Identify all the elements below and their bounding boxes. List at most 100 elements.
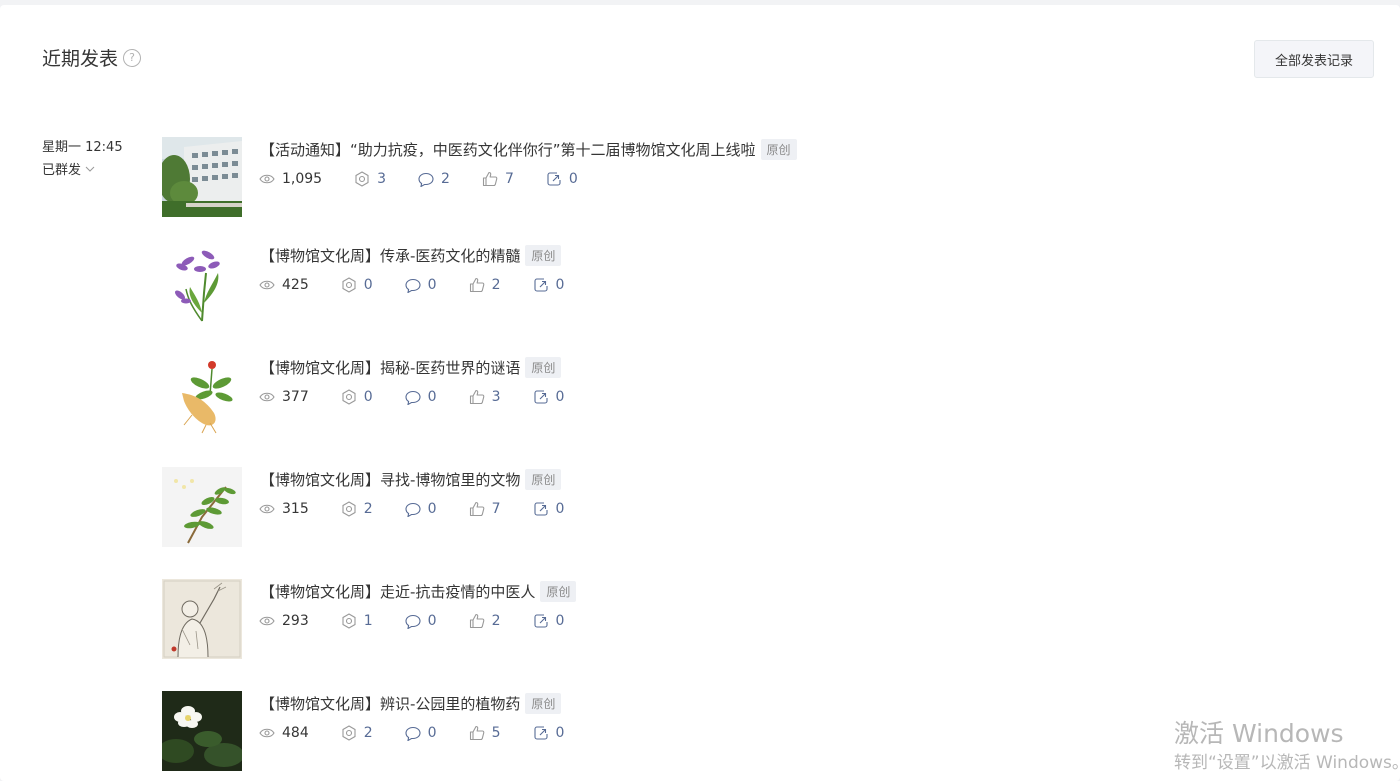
share-icon bbox=[342, 277, 356, 293]
read-count: 1,095 bbox=[259, 171, 322, 187]
comment-count-value: 0 bbox=[427, 277, 437, 293]
comment-icon bbox=[405, 726, 421, 741]
article-thumbnail[interactable] bbox=[162, 243, 242, 323]
read-count-value: 1,095 bbox=[282, 171, 323, 187]
forward-count-value: 0 bbox=[555, 613, 565, 629]
article-item[interactable]: 【博物馆文化周】辨识-公园里的植物药 原创 484 2 0 5 0 bbox=[162, 691, 862, 771]
like-count: 2 bbox=[469, 277, 501, 293]
article-item[interactable]: 【博物馆文化周】揭秘-医药世界的谜语 原创 377 0 0 3 0 bbox=[162, 355, 862, 435]
like-count-value: 3 bbox=[491, 389, 501, 405]
forward-count-value: 0 bbox=[555, 389, 565, 405]
read-count: 293 bbox=[259, 613, 309, 629]
article-title[interactable]: 【博物馆文化周】辨识-公园里的植物药 原创 bbox=[260, 693, 562, 714]
article-title[interactable]: 【活动通知】“助力抗疫，中医药文化伴你行”第十二届博物馆文化周上线啦 原创 bbox=[260, 139, 797, 160]
share-count: 0 bbox=[341, 389, 373, 405]
ginseng-illustration-image bbox=[162, 355, 242, 435]
article-title-text: 【博物馆文化周】揭秘-医药世界的谜语 bbox=[260, 359, 521, 377]
share-icon bbox=[355, 171, 369, 187]
article-item[interactable]: 【活动通知】“助力抗疫，中医药文化伴你行”第十二届博物馆文化周上线啦 原创 1,… bbox=[162, 137, 862, 217]
comment-count[interactable]: 0 bbox=[405, 613, 437, 629]
original-tag: 原创 bbox=[525, 245, 562, 266]
share-count: 2 bbox=[341, 501, 373, 517]
publish-status-dropdown[interactable]: 已群发 bbox=[42, 159, 95, 178]
comment-count-value: 2 bbox=[441, 171, 450, 187]
purple-flower-illustration-image bbox=[162, 243, 242, 323]
article-item[interactable]: 【博物馆文化周】走近-抗击疫情的中医人 原创 293 1 0 2 0 bbox=[162, 579, 862, 659]
article-item[interactable]: 【博物馆文化周】寻找-博物馆里的文物 原创 315 2 0 7 0 bbox=[162, 467, 862, 547]
like-count: 7 bbox=[469, 501, 501, 517]
share-count: 0 bbox=[341, 277, 373, 293]
forward-count-value: 0 bbox=[555, 725, 565, 741]
original-tag: 原创 bbox=[525, 469, 562, 490]
read-count-value: 377 bbox=[282, 389, 309, 405]
comment-count-value: 0 bbox=[427, 725, 437, 741]
section-title-text: 近期发表 bbox=[42, 48, 119, 70]
comment-icon bbox=[405, 390, 421, 405]
article-thumbnail[interactable] bbox=[162, 355, 242, 435]
forward-count: 0 bbox=[546, 171, 578, 187]
comment-count[interactable]: 0 bbox=[405, 277, 437, 293]
comment-count-value: 0 bbox=[427, 501, 437, 517]
chevron-down-icon bbox=[85, 166, 95, 172]
share-icon bbox=[342, 613, 356, 629]
forward-count: 0 bbox=[533, 389, 565, 405]
windows-activation-watermark: 激活 Windows bbox=[1174, 719, 1344, 748]
read-count: 425 bbox=[259, 277, 309, 293]
original-tag: 原创 bbox=[540, 581, 577, 602]
article-thumbnail[interactable] bbox=[162, 579, 242, 659]
eye-icon bbox=[259, 616, 275, 626]
like-count: 7 bbox=[482, 171, 514, 187]
article-item[interactable]: 【博物馆文化周】传承-医药文化的精髓 原创 425 0 0 2 0 bbox=[162, 243, 862, 323]
share-count-value: 3 bbox=[377, 171, 387, 187]
article-title[interactable]: 【博物馆文化周】走近-抗击疫情的中医人 原创 bbox=[260, 581, 577, 602]
article-title[interactable]: 【博物馆文化周】传承-医药文化的精髓 原创 bbox=[260, 245, 562, 266]
like-count-value: 2 bbox=[491, 613, 501, 629]
white-flower-photo-image bbox=[162, 691, 242, 771]
article-thumbnail[interactable] bbox=[162, 691, 242, 771]
share-count: 2 bbox=[341, 725, 373, 741]
forward-icon bbox=[533, 502, 548, 516]
forward-count: 0 bbox=[533, 277, 564, 293]
share-icon bbox=[342, 725, 356, 741]
comment-count[interactable]: 0 bbox=[405, 725, 437, 741]
read-count-value: 293 bbox=[282, 613, 309, 629]
article-thumbnail[interactable] bbox=[162, 137, 242, 217]
article-title[interactable]: 【博物馆文化周】寻找-博物馆里的文物 原创 bbox=[260, 469, 562, 490]
forward-icon bbox=[533, 726, 548, 740]
thumbs-up-icon bbox=[469, 501, 484, 517]
article-thumbnail[interactable] bbox=[162, 467, 242, 547]
share-count-value: 2 bbox=[363, 725, 373, 741]
eye-icon bbox=[259, 728, 275, 738]
eye-icon bbox=[259, 392, 275, 402]
like-count-value: 7 bbox=[504, 171, 514, 187]
read-count: 315 bbox=[259, 501, 309, 517]
section-title: 近期发表 ? bbox=[42, 44, 142, 71]
comment-count[interactable]: 2 bbox=[418, 171, 450, 187]
forward-icon bbox=[533, 278, 548, 292]
forward-count: 0 bbox=[533, 501, 565, 517]
like-count-value: 7 bbox=[491, 501, 501, 517]
help-icon[interactable]: ? bbox=[123, 48, 142, 67]
like-count-value: 5 bbox=[491, 725, 501, 741]
comment-count-value: 0 bbox=[427, 613, 437, 629]
forward-count-value: 0 bbox=[568, 171, 578, 187]
eye-icon bbox=[259, 280, 275, 290]
read-count: 377 bbox=[259, 389, 309, 405]
comment-icon bbox=[405, 278, 421, 293]
leaf-branch-illustration-image bbox=[162, 467, 242, 547]
share-count-value: 0 bbox=[363, 277, 373, 293]
comment-icon bbox=[418, 172, 434, 187]
article-stats: 377 0 0 3 0 bbox=[259, 389, 596, 405]
thumbs-up-icon bbox=[469, 725, 484, 741]
all-records-button[interactable]: 全部发表记录 bbox=[1254, 40, 1374, 78]
read-count-value: 315 bbox=[282, 501, 309, 517]
article-title[interactable]: 【博物馆文化周】揭秘-医药世界的谜语 原创 bbox=[260, 357, 562, 378]
original-tag: 原创 bbox=[525, 693, 562, 714]
forward-count-value: 0 bbox=[555, 501, 565, 517]
forward-icon bbox=[533, 390, 548, 404]
comment-count[interactable]: 0 bbox=[405, 389, 437, 405]
forward-icon bbox=[533, 614, 548, 628]
eye-icon bbox=[259, 174, 275, 184]
thumbs-up-icon bbox=[482, 171, 498, 187]
comment-count[interactable]: 0 bbox=[405, 501, 437, 517]
